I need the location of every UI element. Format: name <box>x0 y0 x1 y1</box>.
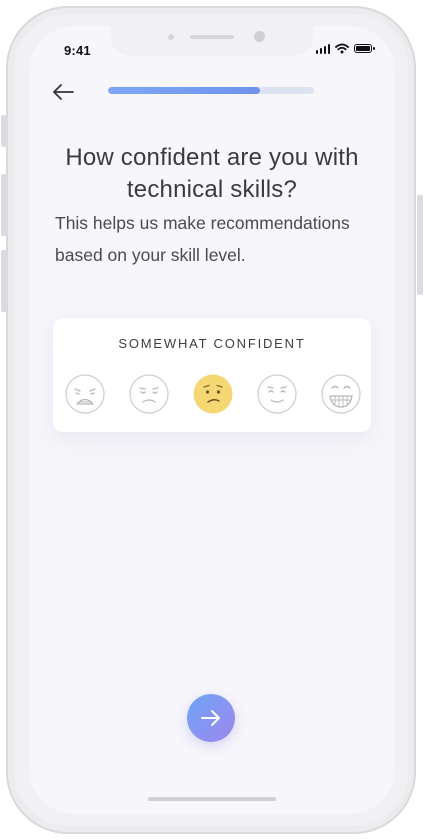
question-subtitle: This helps us make recommendations based… <box>55 213 350 265</box>
question-title: How confident are you with technical ski… <box>65 144 359 204</box>
content-face-icon[interactable] <box>256 373 298 415</box>
cellular-signal-icon <box>315 43 330 54</box>
status-icons <box>315 43 375 54</box>
arrow-right-icon <box>201 710 220 726</box>
progress-bar-fill <box>108 87 261 94</box>
unhappy-face-icon[interactable] <box>128 373 170 415</box>
wifi-icon <box>335 43 349 54</box>
rating-faces <box>64 373 362 415</box>
phone-side-button <box>1 174 7 236</box>
crying-face-icon[interactable] <box>64 373 106 415</box>
phone-side-button <box>1 250 7 312</box>
home-indicator[interactable] <box>148 797 276 801</box>
back-arrow-button[interactable] <box>50 80 76 104</box>
phone-side-button <box>417 195 423 295</box>
progress-bar <box>108 87 314 94</box>
battery-icon <box>354 44 375 53</box>
status-time: 9:41 <box>64 43 91 58</box>
selected-rating-label: SOMEWHAT CONFIDENT <box>118 336 306 351</box>
app-screen: 9:41 How confident are you with technica… <box>30 26 394 814</box>
phone-side-button <box>1 115 7 147</box>
confidence-rating-card: SOMEWHAT CONFIDENT <box>53 318 371 432</box>
grinning-face-icon[interactable] <box>320 373 362 415</box>
next-button[interactable] <box>187 694 235 742</box>
back-arrow-icon <box>53 84 74 100</box>
phone-notch <box>110 26 314 56</box>
confused-face-icon[interactable] <box>192 373 234 415</box>
